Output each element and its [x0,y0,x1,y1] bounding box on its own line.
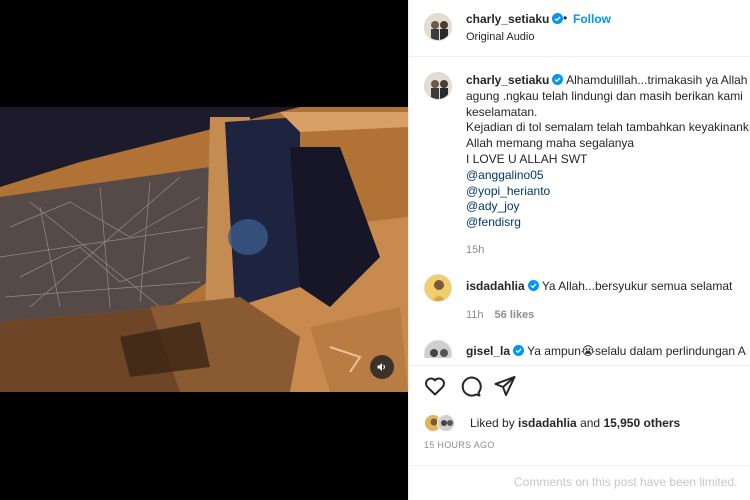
separator-dot: • [563,11,568,25]
post-side-panel: charly_setiaku • Follow Original Audio c… [408,0,750,500]
post-header: charly_setiaku • Follow Original Audio [409,0,750,57]
avatar-image [425,275,451,301]
author-username[interactable]: charly_setiaku [466,12,549,26]
comment-username[interactable]: isdadahlia [466,279,525,293]
video-player[interactable] [0,107,408,392]
comment-meta: 11h 56 likes [466,309,534,321]
comment-username[interactable]: gisel_la [466,344,510,358]
author-username-link[interactable]: charly_setiaku [466,12,564,26]
share-icon [494,376,516,396]
comments-limited-notice: Comments on this post have been limited. [409,465,750,500]
caption-line: I LOVE U ALLAH SWT [466,151,588,166]
avatar-image [425,73,451,99]
liked-by-prefix: Liked by [470,416,515,430]
speaker-icon [377,363,385,371]
avatar-image [425,341,451,358]
caption-line: keselamatan. [466,104,538,119]
share-button[interactable] [493,374,517,398]
caption-line: Alhamdulillah...trimakasih ya Allah y [566,73,750,87]
comment-item: gisel_la Ya ampun😭selalu dalam perlindun… [466,344,750,358]
video-frame-crashed-car [0,107,408,392]
caption-line: Allah memang maha segalanya [466,136,635,151]
heart-icon [425,377,445,396]
mention-link[interactable]: @anggalino05 [466,168,750,184]
liker-avatar[interactable] [437,414,455,432]
verified-badge-icon [527,280,539,291]
mention-link[interactable]: @yopi_herianto [466,184,750,200]
liked-by: Liked by isdadahlia and 15,950 others [424,412,750,434]
avatar-image [425,14,451,40]
author-avatar[interactable] [424,13,452,41]
audio-link[interactable]: Original Audio [466,31,535,43]
actions-divider [409,365,750,366]
verified-badge-icon [513,345,525,356]
caption-author-avatar[interactable] [424,72,452,100]
comment-text: Ya Allah...bersyukur semua selamat [541,279,733,293]
follow-button[interactable]: Follow [573,12,611,26]
post-actions [409,374,750,400]
caption-username[interactable]: charly_setiaku [466,73,549,87]
liked-by-user[interactable]: isdadahlia [518,416,577,430]
comments-list: charly_setiaku Alhamdulillah...trimakasi… [409,58,750,358]
comment-item: isdadahlia Ya Allah...bersyukur semua se… [466,279,750,295]
verified-badge-icon [552,74,564,85]
post-caption: charly_setiaku Alhamdulillah...trimakasi… [466,73,750,231]
verified-badge-icon [552,13,564,24]
commenter-avatar[interactable] [424,340,452,358]
caption-line: Kejadian di tol semalam telah tambahkan … [466,120,749,135]
post-timestamp[interactable]: 15 HOURS AGO [424,440,495,450]
media-panel [0,0,408,500]
mention-link[interactable]: @ady_joy [466,199,750,215]
mention-link[interactable]: @fendisrg [466,215,750,231]
like-button[interactable] [423,374,447,398]
mute-button[interactable] [370,355,394,379]
caption-time[interactable]: 15h [466,244,484,256]
comment-icon [461,376,482,397]
comment-time[interactable]: 11h [466,309,484,321]
comments-limited-text: Comments on this post have been limited. [514,475,738,489]
caption-first-line: charly_setiaku Alhamdulillah...trimakasi… [466,73,750,89]
comment-button[interactable] [458,374,482,398]
comment-text: Ya ampun😭selalu dalam perlindungan A [527,344,746,358]
commenter-avatar[interactable] [424,274,452,302]
liked-by-text: Liked by isdadahlia and 15,950 others [470,416,680,430]
caption-line: agung .ngkau telah lindungi dan masih be… [466,88,743,103]
avatar-image [438,415,454,431]
liked-by-middle: and [580,416,601,430]
liked-by-others[interactable]: 15,950 others [603,416,680,430]
comment-likes[interactable]: 56 likes [495,309,535,321]
